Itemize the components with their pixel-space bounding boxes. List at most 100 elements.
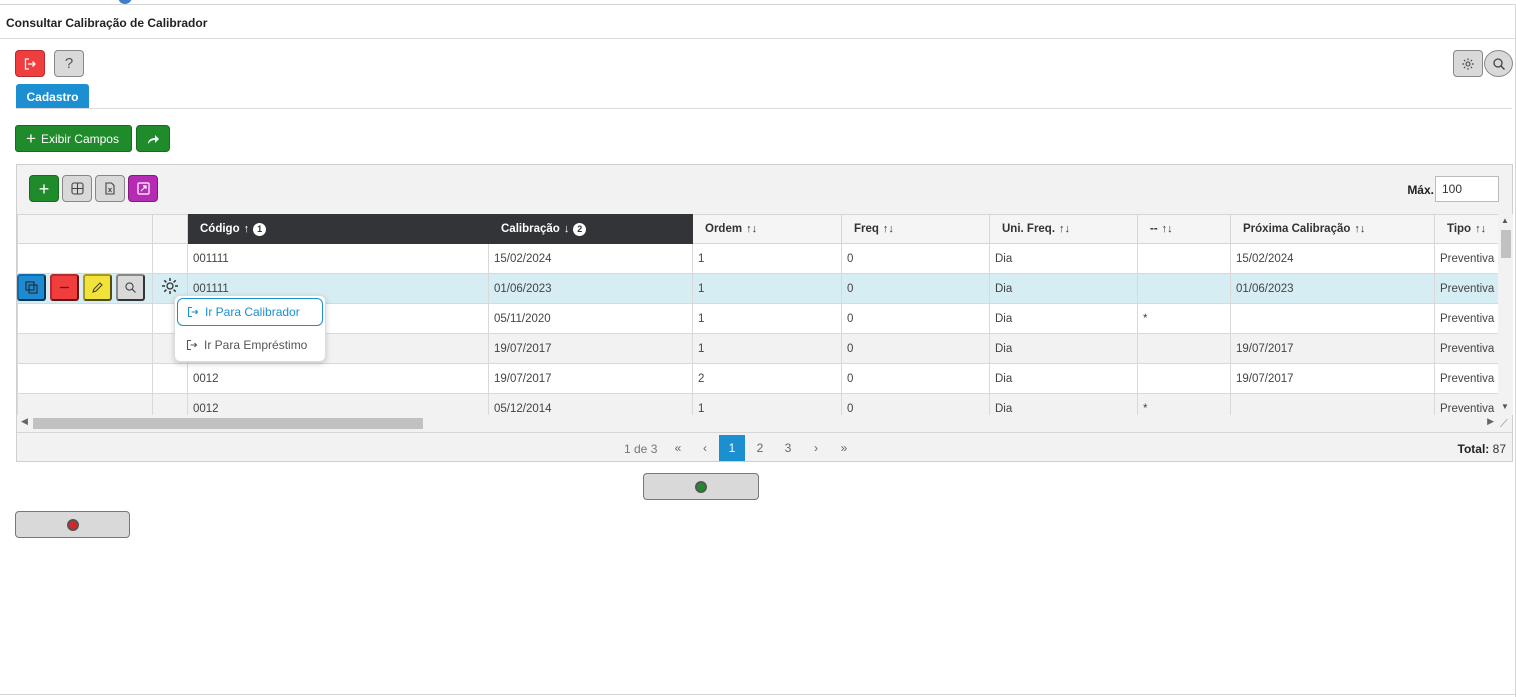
table-header-row: Código ↑ 1 Calibração ↓ 2 Ordem ↑↓ Freq ↑↓ Uni… (17, 214, 1498, 244)
cell-freq: 0 (841, 273, 990, 304)
cell-uni-freq: Dia (989, 333, 1138, 364)
cell-proxima: 19/07/2017 (1230, 333, 1435, 364)
search-icon (1492, 57, 1505, 70)
delete-row-button[interactable] (50, 274, 79, 301)
row-context-menu: Ir Para Calibrador Ir Para Empréstimo (174, 295, 326, 362)
sort-icon[interactable]: ↑↓ (1475, 223, 1486, 235)
cell-ordem: 2 (692, 363, 842, 394)
prev-page-button[interactable]: ‹ (692, 435, 718, 461)
cell-uni-freq: Dia (989, 363, 1138, 394)
page-1-button[interactable]: 1 (719, 435, 745, 461)
tab-cadastro[interactable]: Cadastro (16, 84, 89, 109)
edit-row-button[interactable] (83, 274, 112, 301)
search-button[interactable] (1484, 50, 1513, 77)
page-title: Consultar Calibração de Calibrador (6, 16, 208, 30)
cell-tipo: Preventiva (1434, 243, 1498, 274)
max-records-input[interactable] (1435, 176, 1499, 202)
scroll-left-icon[interactable]: ◀ (21, 416, 28, 427)
page-2-button[interactable]: 2 (747, 435, 773, 461)
plus-icon: + (38, 178, 50, 199)
cell-ordem: 1 (692, 243, 842, 274)
exit-button[interactable] (15, 50, 45, 77)
share-button[interactable] (136, 125, 170, 152)
sort-asc-icon[interactable]: ↑ (244, 223, 250, 235)
table-row[interactable]: 0012 19/07/2017 2 0 Dia 19/07/2017 Preve… (17, 363, 1498, 394)
next-page-button[interactable]: › (803, 435, 829, 461)
sort-icon[interactable]: ↑↓ (1162, 223, 1173, 235)
cell-extra: * (1137, 393, 1231, 415)
export-excel-button[interactable] (95, 175, 125, 202)
title-divider (0, 38, 1516, 39)
exibir-campos-button[interactable]: + Exibir Campos (15, 125, 132, 152)
sort-icon[interactable]: ↑↓ (1354, 223, 1365, 235)
sort-desc-icon[interactable]: ↓ (564, 223, 570, 235)
cell-proxima: 15/02/2024 (1230, 243, 1435, 274)
exibir-campos-label: Exibir Campos (40, 131, 119, 146)
settings-button[interactable] (1453, 50, 1483, 77)
duplicate-row-button[interactable] (17, 274, 46, 301)
scroll-right-icon[interactable]: ▶ (1487, 416, 1494, 427)
cell-uni-freq: Dia (989, 273, 1138, 304)
last-page-button[interactable]: » (831, 435, 857, 461)
tab-divider (16, 108, 1512, 109)
table-row[interactable]: 001111 15/02/2024 1 0 Dia 15/02/2024 Pre… (17, 243, 1498, 274)
cell-proxima: 19/07/2017 (1230, 363, 1435, 394)
cell-extra: * (1137, 303, 1231, 334)
cell-tipo: Preventiva (1434, 363, 1498, 394)
column-header-calibracao[interactable]: Calibração ↓ 2 (488, 214, 693, 244)
row-menu-button[interactable] (160, 276, 180, 296)
confirm-button[interactable] (643, 473, 759, 500)
cell-freq: 0 (841, 363, 990, 394)
cell-uni-freq: Dia (989, 393, 1138, 415)
horizontal-scrollbar[interactable]: ◀ ▶ (17, 415, 1498, 430)
cell-calibracao: 05/11/2020 (488, 303, 693, 334)
cell-proxima: 01/06/2023 (1230, 273, 1435, 304)
power-icon (66, 518, 79, 531)
column-header-tipo[interactable]: Tipo ↑↓ (1434, 214, 1498, 244)
help-button[interactable]: ? (54, 50, 84, 77)
cell-tipo: Preventiva (1434, 273, 1498, 304)
sort-icon[interactable]: ↑↓ (746, 223, 757, 235)
scroll-up-icon[interactable]: ▲ (1501, 216, 1509, 225)
column-header-proxima-calibracao[interactable]: Próxima Calibração ↑↓ (1230, 214, 1435, 244)
view-row-button[interactable] (116, 274, 145, 301)
column-header-freq[interactable]: Freq ↑↓ (841, 214, 990, 244)
menu-item-ir-para-calibrador[interactable]: Ir Para Calibrador (177, 298, 323, 326)
sort-icon[interactable]: ↑↓ (883, 223, 894, 235)
add-record-button[interactable]: + (29, 175, 59, 202)
cell-calibracao: 15/02/2024 (488, 243, 693, 274)
cell-extra (1137, 333, 1231, 364)
power-icon (695, 480, 707, 493)
table-row[interactable]: 0012 05/12/2014 1 0 Dia * Preventiva (17, 393, 1498, 415)
vertical-scroll-thumb[interactable] (1501, 230, 1511, 258)
cell-calibracao: 19/07/2017 (488, 333, 693, 364)
scroll-down-icon[interactable]: ▼ (1501, 402, 1509, 411)
column-header-ordem[interactable]: Ordem ↑↓ (692, 214, 842, 244)
menu-item-ir-para-emprestimo[interactable]: Ir Para Empréstimo (177, 331, 323, 359)
max-label: Máx. (1407, 183, 1434, 197)
cell-ordem: 1 (692, 393, 842, 415)
column-header-codigo[interactable]: Código ↑ 1 (187, 214, 489, 244)
window-bottom-edge (0, 694, 1516, 695)
total-count: Total: 87 (1457, 442, 1506, 456)
expand-icon (136, 182, 150, 195)
magnifier-icon (125, 282, 136, 293)
cell-proxima (1230, 393, 1435, 415)
app-logo-fragment (118, 0, 132, 4)
horizontal-scroll-thumb[interactable] (33, 418, 423, 429)
expand-button[interactable] (128, 175, 158, 202)
first-page-button[interactable]: « (665, 435, 691, 461)
column-header-uni-freq[interactable]: Uni. Freq. ↑↓ (989, 214, 1138, 244)
vertical-scrollbar[interactable]: ▲ ▼ (1498, 214, 1513, 415)
sort-order-badge: 2 (573, 222, 587, 236)
cell-freq: 0 (841, 333, 990, 364)
cell-tipo: Preventiva (1434, 333, 1498, 364)
column-header-extra[interactable]: -- ↑↓ (1137, 214, 1231, 244)
page-3-button[interactable]: 3 (775, 435, 801, 461)
grid-icon (70, 182, 84, 195)
cell-extra (1137, 243, 1231, 274)
back-button[interactable] (15, 511, 130, 538)
grid-layout-button[interactable] (62, 175, 92, 202)
resize-handle-icon[interactable]: ⟋ (1500, 418, 1508, 431)
sort-icon[interactable]: ↑↓ (1059, 223, 1070, 235)
